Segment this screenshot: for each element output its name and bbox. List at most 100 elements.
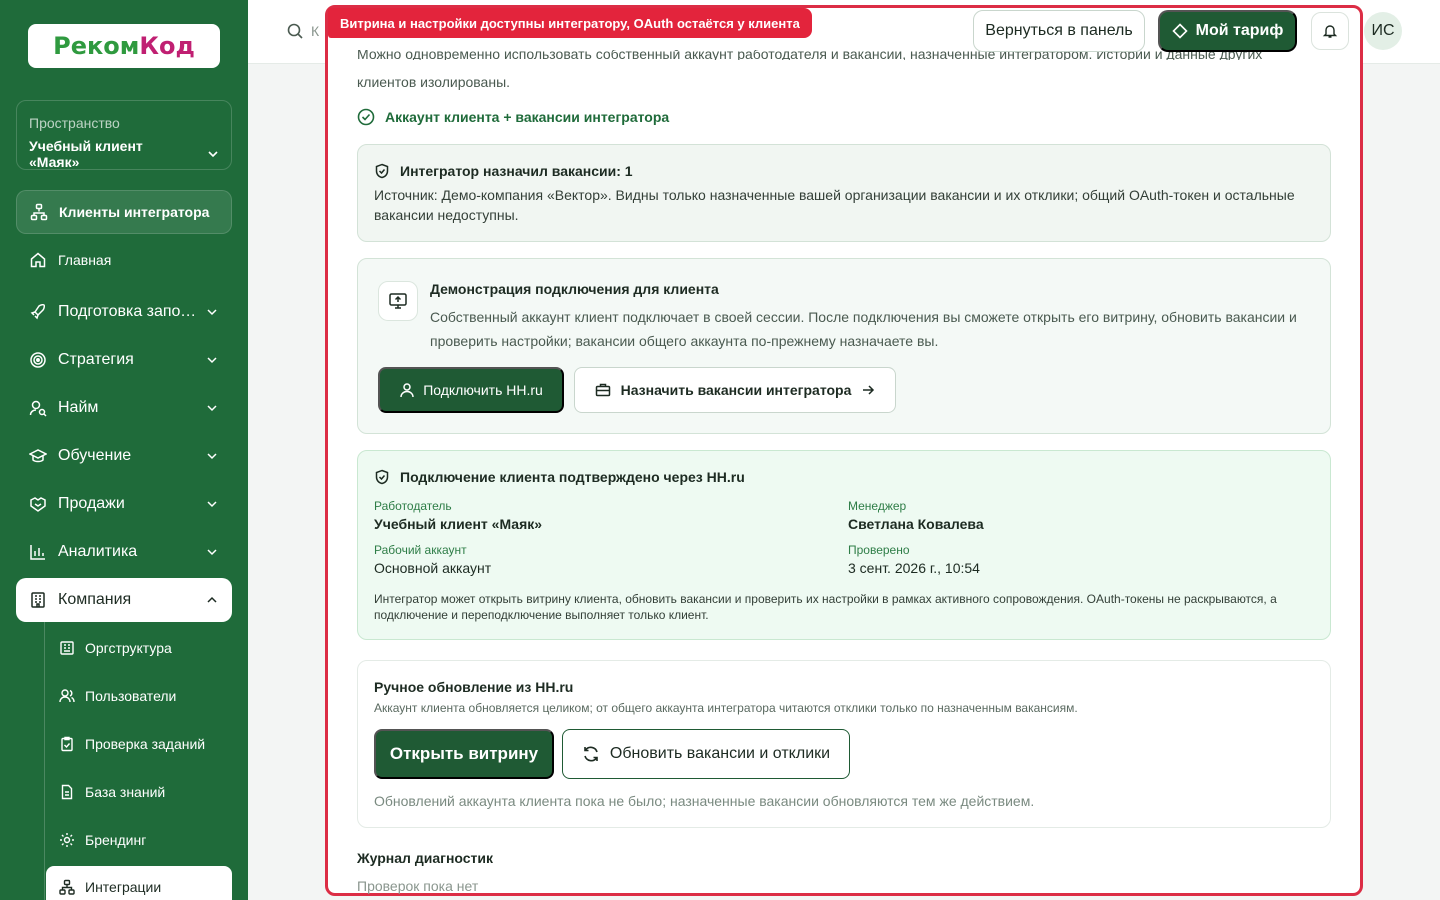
screen-share-icon xyxy=(378,281,418,321)
bar-chart-icon xyxy=(28,542,48,562)
avatar[interactable]: ИС xyxy=(1364,12,1402,50)
arrow-right-icon xyxy=(863,385,875,395)
checked-field: Проверено 3 сент. 2026 г., 10:54 xyxy=(848,543,1308,576)
sidebar-item-hiring[interactable]: Найм xyxy=(16,386,232,430)
sidebar-subitem-tasks[interactable]: Проверка заданий xyxy=(46,723,232,765)
workspace-label: Пространство xyxy=(29,115,120,131)
workspace-value: Учебный клиент «Маяк» xyxy=(29,138,143,170)
assign-vacancies-button[interactable]: Назначить вакансии интегратора xyxy=(574,367,896,413)
workspace-selector[interactable]: Пространство Учебный клиент «Маяк» xyxy=(16,100,232,170)
chevron-down-icon xyxy=(202,450,222,462)
assign-vacancies-label: Назначить вакансии интегратора xyxy=(620,382,852,398)
target-icon xyxy=(28,350,48,370)
chevron-down-icon xyxy=(202,498,222,510)
checked-value: 3 сент. 2026 г., 10:54 xyxy=(848,560,980,576)
manual-refresh-note: Обновлений аккаунта клиента пока не было… xyxy=(374,793,1035,809)
sidebar-item-preparation[interactable]: Подготовка заполнения xyxy=(16,290,232,334)
back-to-panel-button[interactable]: Вернуться в панель xyxy=(973,10,1145,52)
sidebar-item-home[interactable]: Главная xyxy=(16,238,232,282)
chevron-down-icon xyxy=(202,402,222,414)
sidebar-subitem-label: Проверка заданий xyxy=(85,736,206,752)
chevron-down-icon xyxy=(202,354,222,366)
sidebar-item-label: Найм xyxy=(58,399,99,416)
bell-icon xyxy=(1322,25,1338,38)
sidebar-item-analytics[interactable]: Аналитика xyxy=(16,530,232,574)
clipboard-check-icon xyxy=(58,735,76,753)
chevron-down-icon xyxy=(202,306,222,318)
clipped-description-line2: клиентов изолированы. xyxy=(357,74,511,90)
sidebar-subitem-org[interactable]: Оргструктура xyxy=(46,627,232,669)
logo-text-accent: Код xyxy=(139,32,195,60)
connect-hh-label: Подключить HH.ru xyxy=(423,382,543,398)
account-field: Рабочий аккаунт Основной аккаунт xyxy=(374,543,834,576)
sidebar-subitem-label: Пользователи xyxy=(85,688,177,704)
refresh-icon xyxy=(584,746,598,762)
access-notice-badge: Витрина и настройки доступны интегратору… xyxy=(328,8,812,38)
logo[interactable]: Реком Код xyxy=(28,24,220,68)
sidebar-subitem-label: База знаний xyxy=(85,784,166,800)
notifications-button[interactable] xyxy=(1311,12,1349,50)
refresh-vacancies-button[interactable]: Обновить вакансии и отклики xyxy=(562,729,850,779)
connect-hh-button[interactable]: Подключить HH.ru xyxy=(378,367,564,413)
client-connection-card: Подключение клиента подтверждено через H… xyxy=(357,450,1331,640)
account-label: Рабочий аккаунт xyxy=(374,543,467,557)
connection-mode-label: Аккаунт клиента + вакансии интегратора xyxy=(385,109,670,125)
sidebar: Реком Код Пространство Учебный клиент «Ма… xyxy=(0,0,248,900)
employer-value: Учебный клиент «Маяк» xyxy=(374,516,543,532)
sidebar-item-label: Продажи xyxy=(58,495,125,512)
account-value: Основной аккаунт xyxy=(374,560,492,576)
check-circle-icon xyxy=(357,108,375,126)
sidebar-subitem-label: Брендинг xyxy=(85,832,147,848)
my-plan-label: Мой тариф xyxy=(1195,22,1284,39)
open-showcase-button[interactable]: Открыть витрину xyxy=(374,729,554,779)
connection-mode-status: Аккаунт клиента + вакансии интегратора xyxy=(357,108,669,126)
assigned-vacancies-title: Интегратор назначил вакансии: 1 xyxy=(400,163,633,179)
manual-refresh-title: Ручное обновление из HH.ru xyxy=(374,679,574,695)
sidebar-subitem-integrations[interactable]: Интеграции xyxy=(46,866,232,900)
sidebar-item-label: Подготовка заполнения xyxy=(58,303,202,320)
checked-label: Проверено xyxy=(848,543,910,557)
diagnostics-journal-empty: Проверок пока нет xyxy=(357,878,479,894)
employer-label: Работодатель xyxy=(374,499,452,513)
employer-field: Работодатель Учебный клиент «Маяк» xyxy=(374,499,834,532)
users-icon xyxy=(58,687,76,705)
shield-check-icon xyxy=(375,163,389,179)
sidebar-item-label: Клиенты интегратора xyxy=(59,204,210,220)
user-search-icon xyxy=(28,398,48,418)
search-icon[interactable] xyxy=(286,22,304,45)
sidebar-item-label: Обучение xyxy=(58,447,132,464)
assigned-vacancies-card: Интегратор назначил вакансии: 1 Источник… xyxy=(357,144,1331,242)
briefcase-icon xyxy=(595,383,610,397)
chevron-down-icon xyxy=(202,546,222,558)
refresh-vacancies-label: Обновить вакансии и отклики xyxy=(609,745,831,762)
submenu-line xyxy=(44,622,45,900)
search-input[interactable]: К xyxy=(311,23,319,39)
sidebar-subitem-branding[interactable]: Брендинг xyxy=(46,819,232,861)
assigned-vacancies-text: Источник: Демо-компания «Вектор». Видны … xyxy=(374,187,1295,223)
my-plan-button[interactable]: Мой тариф xyxy=(1158,10,1297,52)
manual-refresh-subtitle: Аккаунт клиента обновляется целиком; от … xyxy=(374,701,1078,715)
sidebar-item-clients[interactable]: Клиенты интегратора xyxy=(16,190,232,234)
sidebar-subitem-label: Оргструктура xyxy=(85,640,172,656)
chevron-down-icon xyxy=(208,151,218,158)
building-icon xyxy=(28,590,48,610)
sidebar-subitem-knowledge[interactable]: База знаний xyxy=(46,771,232,813)
sidebar-item-label: Стратегия xyxy=(58,351,134,368)
manager-field: Менеджер Светлана Ковалева xyxy=(848,499,1308,532)
clients-network-icon xyxy=(29,202,49,222)
sidebar-subitem-users[interactable]: Пользователи xyxy=(46,675,232,717)
org-icon xyxy=(58,639,76,657)
sidebar-item-strategy[interactable]: Стратегия xyxy=(16,338,232,382)
sidebar-item-training[interactable]: Обучение xyxy=(16,434,232,478)
manager-label: Менеджер xyxy=(848,499,907,513)
sidebar-item-label: Аналитика xyxy=(58,543,138,560)
sidebar-subitem-label: Интеграции xyxy=(85,879,162,895)
manager-value: Светлана Ковалева xyxy=(848,516,984,532)
sidebar-item-company[interactable]: Компания xyxy=(16,578,232,622)
sidebar-item-sales[interactable]: Продажи xyxy=(16,482,232,526)
sidebar-item-label: Главная xyxy=(58,252,112,268)
logo-text: Реком xyxy=(53,32,140,60)
rocket-icon xyxy=(28,302,48,322)
integration-icon xyxy=(58,878,76,896)
diamond-icon xyxy=(1171,23,1188,39)
